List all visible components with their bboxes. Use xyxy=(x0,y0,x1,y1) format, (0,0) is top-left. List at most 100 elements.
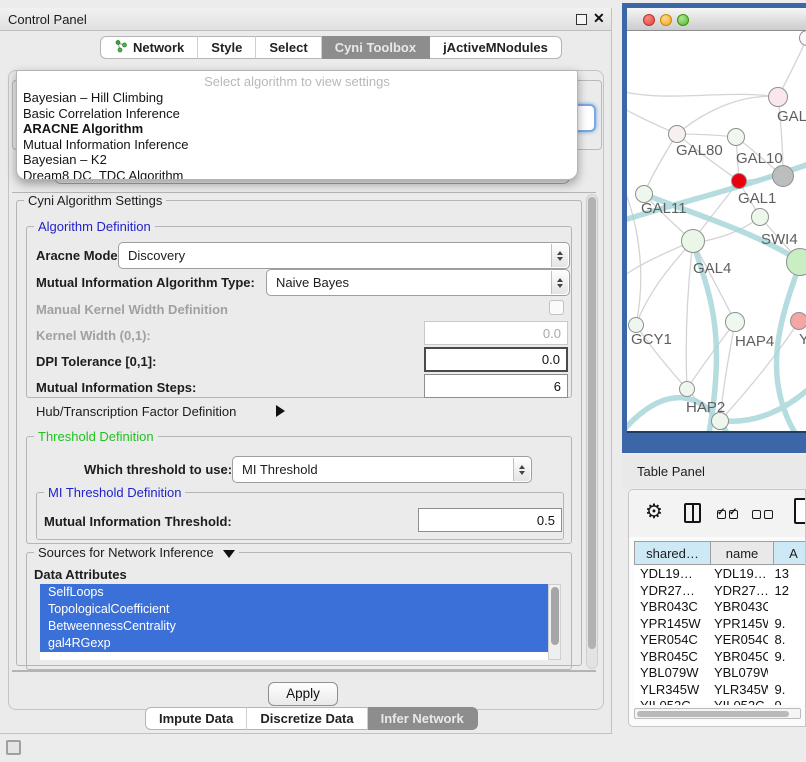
table-row[interactable]: YLR345WYLR345W9. xyxy=(634,682,806,699)
control-panel-window: Control Panel ✕ NetworkStyleSelectCyni T… xyxy=(0,8,612,734)
collapsed-panel-icon[interactable] xyxy=(6,740,21,755)
table-cell: YIL052C xyxy=(708,698,769,705)
float-window-icon[interactable] xyxy=(576,14,587,25)
gear-icon[interactable]: ⚙ xyxy=(645,499,663,524)
node-label-gal11: GAL11 xyxy=(641,200,687,217)
table-cell: YBR045C xyxy=(708,649,769,666)
table-row[interactable]: YER054CYER054C8. xyxy=(634,632,806,649)
column-header-a[interactable]: A xyxy=(774,541,806,565)
close-traffic-light-icon[interactable] xyxy=(643,14,655,26)
stepper-icon[interactable] xyxy=(513,458,530,481)
table-cell: YDR27… xyxy=(634,583,708,600)
table-cell: 9. xyxy=(768,649,806,666)
manual-kernel-checkbox[interactable] xyxy=(549,300,564,315)
table-panel-title: Table Panel xyxy=(637,464,705,479)
tab-infer-network[interactable]: Infer Network xyxy=(368,707,478,730)
table-cell: YLR345W xyxy=(708,682,769,699)
column-header-shared[interactable]: shared… xyxy=(634,541,711,565)
show-checked-columns-icon[interactable] xyxy=(717,510,738,519)
table-cell: 8. xyxy=(768,632,806,649)
tab-select[interactable]: Select xyxy=(256,36,321,59)
network-node-hap4[interactable] xyxy=(725,312,745,332)
network-node-y[interactable] xyxy=(790,312,806,330)
tab-network[interactable]: Network xyxy=(100,36,198,59)
mi-type-label: Mutual Information Algorithm Type: xyxy=(36,275,255,290)
data-attribute-item[interactable]: BetweennessCentrality xyxy=(40,618,548,635)
tab-style[interactable]: Style xyxy=(198,36,256,59)
hide-columns-icon[interactable] xyxy=(752,510,773,519)
table-row[interactable]: YBL079WYBL079W xyxy=(634,665,806,682)
table-row[interactable]: YBR043CYBR043C xyxy=(634,599,806,616)
network-node-gal10[interactable] xyxy=(727,128,745,146)
expand-right-icon[interactable] xyxy=(276,405,285,417)
tab-jactivemnodules[interactable]: jActiveMNodules xyxy=(430,36,562,59)
table-cell: YDL19… xyxy=(708,566,769,583)
divider xyxy=(12,671,596,672)
close-icon[interactable]: ✕ xyxy=(593,10,605,27)
algorithm-option[interactable]: Basic Correlation Inference xyxy=(17,106,577,122)
data-attribute-item[interactable]: gal4RGexp xyxy=(40,635,548,652)
export-table-icon[interactable] xyxy=(794,498,806,524)
mi-steps-label: Mutual Information Steps: xyxy=(36,380,196,395)
table-row[interactable]: YIL052CYIL052C9 xyxy=(634,698,806,705)
scrollbar-thumb[interactable] xyxy=(551,587,559,645)
network-node-gal1[interactable] xyxy=(731,173,747,189)
network-canvas[interactable]: GAL7GAL80GAL10GAL1GAL11SWI4GAL4GCY1HAP4Y… xyxy=(627,31,806,433)
table-cell: YER054C xyxy=(634,632,708,649)
table-row[interactable]: YDL19…YDL19…13 xyxy=(634,566,806,583)
which-threshold-label: Which threshold to use: xyxy=(84,462,232,477)
which-threshold-combobox[interactable]: MI Threshold xyxy=(232,456,532,483)
tab-impute-data[interactable]: Impute Data xyxy=(145,707,247,730)
column-header-name[interactable]: name xyxy=(711,541,774,565)
network-node-gal7[interactable] xyxy=(768,87,788,107)
manual-kernel-label: Manual Kernel Width Definition xyxy=(36,302,228,317)
table-horizontal-scrollbar[interactable] xyxy=(634,708,801,719)
network-node-gal4[interactable] xyxy=(681,229,705,253)
stepper-icon[interactable] xyxy=(551,244,568,267)
data-attribute-item[interactable]: TopologicalCoefficient xyxy=(40,601,548,618)
scrollbar-thumb[interactable] xyxy=(637,711,789,717)
node-label-hap2: HAP2 xyxy=(686,399,725,416)
minimize-traffic-light-icon[interactable] xyxy=(660,14,672,26)
stepper-icon[interactable] xyxy=(551,271,568,294)
node-label-gcy1: GCY1 xyxy=(631,331,672,348)
algorithm-option[interactable]: ARACNE Algorithm xyxy=(17,121,577,137)
network-node-hap2[interactable] xyxy=(679,381,695,397)
attributes-scrollbar[interactable] xyxy=(548,584,561,660)
node-label-gal1: GAL1 xyxy=(738,190,776,207)
mi-type-combobox[interactable]: Naive Bayes xyxy=(266,269,570,296)
data-attribute-item[interactable]: SelfLoops xyxy=(40,584,548,601)
columns-icon[interactable] xyxy=(684,503,701,523)
settings-vertical-scrollbar[interactable] xyxy=(586,194,598,669)
network-node[interactable] xyxy=(772,165,794,187)
network-node-gal80[interactable] xyxy=(668,125,686,143)
tab-discretize-data[interactable]: Discretize Data xyxy=(247,707,367,730)
zoom-traffic-light-icon[interactable] xyxy=(677,14,689,26)
table-row[interactable]: YBR045CYBR045C9. xyxy=(634,649,806,666)
node-label-gal7: GAL7 xyxy=(777,108,806,125)
kernel-width-label: Kernel Width (0,1): xyxy=(36,328,151,343)
tab-label: Discretize Data xyxy=(260,711,353,726)
table-cell: YBL079W xyxy=(634,665,708,682)
mi-steps-field[interactable]: 6 xyxy=(424,374,568,398)
table-cell: 9. xyxy=(768,682,806,699)
mi-threshold-field[interactable]: 0.5 xyxy=(418,508,562,532)
network-node[interactable] xyxy=(786,248,806,276)
table-row[interactable]: YDR27…YDR27…12 xyxy=(634,583,806,600)
tab-label: Infer Network xyxy=(381,711,464,726)
algorithm-option[interactable]: Mutual Information Inference xyxy=(17,137,577,153)
dpi-tolerance-field[interactable]: 0.0 xyxy=(424,347,568,372)
network-icon xyxy=(114,39,128,56)
aracne-mode-combobox[interactable]: Discovery xyxy=(118,242,570,269)
table-cell: YPR145W xyxy=(708,616,769,633)
algorithm-option[interactable]: Bayesian – Hill Climbing xyxy=(17,90,577,106)
algorithm-option[interactable]: Bayesian – K2 xyxy=(17,152,577,168)
collapse-down-icon[interactable] xyxy=(223,550,235,558)
kernel-width-field[interactable]: 0.0 xyxy=(424,321,568,345)
tab-cyni-toolbox[interactable]: Cyni Toolbox xyxy=(322,36,430,59)
algorithm-option[interactable]: Dream8 DC_TDC Algorithm xyxy=(17,168,577,181)
network-node-swi4[interactable] xyxy=(751,208,769,226)
scrollbar-thumb[interactable] xyxy=(588,197,596,649)
apply-button[interactable]: Apply xyxy=(268,682,338,706)
table-row[interactable]: YPR145WYPR145W9. xyxy=(634,616,806,633)
